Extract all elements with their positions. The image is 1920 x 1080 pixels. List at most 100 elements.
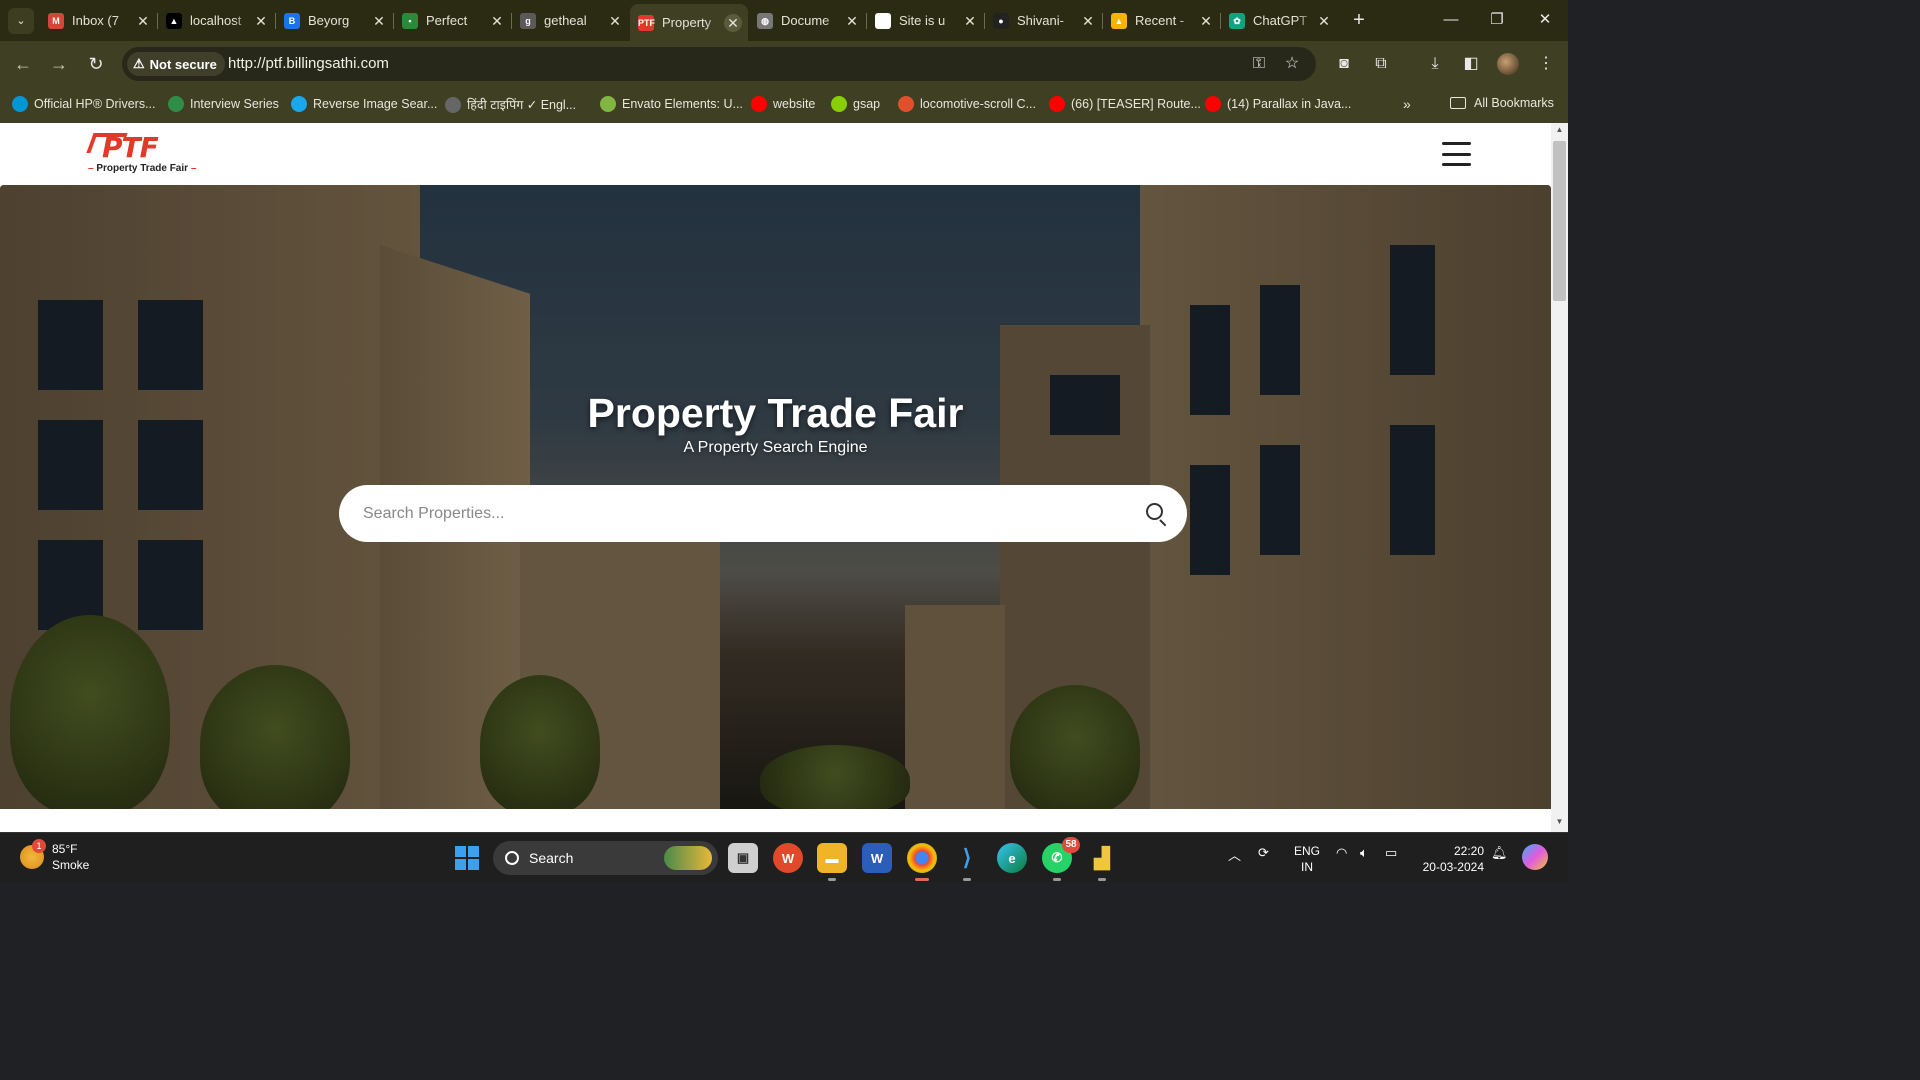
edge-icon[interactable]: e [997,843,1027,873]
scrollbar-thumb[interactable] [1553,141,1566,301]
sync-icon[interactable]: ⟳ [1258,845,1269,861]
copilot-icon[interactable] [1522,844,1548,870]
vscode-icon[interactable]: ⟩ [952,843,982,881]
tab-6[interactable]: ◍ Docume ✕ [749,6,867,35]
new-tab-button[interactable]: + [1348,10,1370,32]
tab-7[interactable]: S Site is u ✕ [867,6,985,35]
url-text[interactable]: http://ptf.billingsathi.com [228,55,389,72]
bookmark-label: Official HP® Drivers... [34,97,156,111]
close-tab-icon[interactable]: ✕ [1315,12,1333,30]
reload-button[interactable]: ↻ [84,52,108,76]
youtube-icon [1049,96,1065,112]
volume-icon[interactable]: 🔈︎ [1360,845,1368,861]
weather-widget[interactable]: 1 85°F Smoke [20,839,89,873]
bookmark-item[interactable]: Interview Series [168,96,279,112]
tab-5[interactable]: PTF Property ✕ [630,4,748,41]
security-chip[interactable]: ⚠ Not secure [127,52,225,76]
close-tab-icon[interactable]: ✕ [1079,12,1097,30]
bookmark-label: locomotive-scroll C... [920,97,1036,111]
sticky-notes-icon[interactable]: ▟ [1087,843,1117,881]
bookmark-item[interactable]: (66) [TEASER] Route... [1049,96,1201,112]
close-tab-icon[interactable]: ✕ [370,12,388,30]
ptf-logo[interactable]: PTF – Property Trade Fair – [86,131,198,179]
tab-3[interactable]: • Perfect ✕ [394,6,512,35]
gsap-icon [831,96,847,112]
close-tab-icon[interactable]: ✕ [843,12,861,30]
scroll-down-icon[interactable]: ▼ [1555,817,1564,826]
bookmark-item[interactable]: locomotive-scroll C... [898,96,1036,112]
property-search-input[interactable] [363,485,1123,542]
ptf-icon: PTF [638,14,655,31]
bookmarks-overflow-icon[interactable]: » [1403,96,1411,112]
bookmark-item[interactable]: Reverse Image Sear... [291,96,437,112]
all-bookmarks-button[interactable]: All Bookmarks [1450,96,1554,110]
tab-9[interactable]: ▲ Recent - ✕ [1103,6,1221,35]
side-panel-icon[interactable]: ◧ [1459,52,1483,76]
tab-4[interactable]: g getheal ✕ [512,6,630,35]
bookmark-star-icon[interactable]: ☆ [1281,53,1303,75]
tab-separator [275,13,276,29]
close-window-button[interactable]: ✕ [1530,8,1560,32]
warning-icon: ⚠ [133,56,145,71]
close-tab-icon[interactable]: ✕ [134,12,152,30]
tab-1[interactable]: ▲ localhost ✕ [158,6,276,35]
bookmark-item[interactable]: (14) Parallax in Java... [1205,96,1351,112]
typing-icon [445,96,461,113]
close-tab-icon[interactable]: ✕ [252,12,270,30]
bookmark-item[interactable]: Envato Elements: U... [600,96,743,112]
tab-search-button[interactable]: ⌄ [8,8,34,34]
windows-start-icon[interactable] [455,846,479,870]
search-icon[interactable] [1146,503,1168,527]
tab-title: Property [662,15,712,30]
address-bar[interactable]: ⚠ Not secure http://ptf.billingsathi.com… [122,47,1316,81]
forward-button[interactable]: → [47,52,71,76]
close-tab-icon[interactable]: ✕ [606,12,624,30]
gethealth-icon: g [520,12,536,29]
tab-10[interactable]: ✿ ChatGPT ✕ [1221,6,1339,35]
close-tab-icon[interactable]: ✕ [1197,12,1215,30]
close-tab-icon[interactable]: ✕ [961,12,979,30]
password-key-icon[interactable]: ⚿ [1248,53,1270,75]
battery-icon[interactable]: ▭ [1385,845,1397,861]
profile-avatar[interactable] [1497,53,1519,75]
bookmark-item[interactable]: हिंदी टाइपिंग ✓ Engl... [445,96,576,113]
task-view-icon[interactable]: ▣ [728,843,758,873]
word-icon[interactable]: W [862,843,892,873]
close-tab-icon[interactable]: ✕ [724,13,742,32]
tab-0[interactable]: M Inbox (7 ✕ [40,6,158,35]
page-scrollbar[interactable]: ▲ ▼ [1551,123,1568,832]
clock[interactable]: 22:20 20-03-2024 [1416,843,1484,875]
tab-title: getheal [544,13,587,28]
tab-8[interactable]: ● Shivani- ✕ [985,6,1103,35]
tray-overflow-icon[interactable]: ︿ [1228,845,1241,864]
scroll-up-icon[interactable]: ▲ [1555,125,1564,134]
language-indicator[interactable]: ENG IN [1294,843,1320,875]
tab-2[interactable]: B Beyorg ✕ [276,6,394,35]
download-icon[interactable]: ⤓ [1423,52,1447,76]
screenshot-extension-icon[interactable]: ◙ [1332,52,1356,76]
taskbar-search[interactable]: Search [493,841,718,875]
drive-icon: ▲ [1111,12,1127,29]
bookmark-item[interactable]: gsap [831,96,880,112]
bookmark-item[interactable]: website [751,96,815,112]
hamburger-menu-icon[interactable] [1442,142,1471,166]
whatsapp-icon[interactable]: ✆ 58 [1042,837,1080,881]
bookmark-item[interactable]: Official HP® Drivers... [12,96,156,112]
hero-title: Property Trade Fair [587,390,964,436]
chrome-icon[interactable] [907,843,937,881]
wifi-icon[interactable]: ◠ [1336,845,1347,861]
hero-subtitle: A Property Search Engine [683,439,868,456]
file-explorer-icon[interactable]: ▬ [817,843,847,881]
property-search-bar [339,485,1187,542]
restore-button[interactable]: ❐ [1482,8,1512,32]
back-button[interactable]: ← [11,52,35,76]
close-tab-icon[interactable]: ✕ [488,12,506,30]
wps-office-icon[interactable]: W [773,843,803,873]
menu-kebab-icon[interactable]: ⋮ [1534,52,1558,76]
extensions-icon[interactable]: ⧉ [1369,52,1393,76]
notification-bell-icon[interactable]: 🔔︎ [1491,845,1508,861]
tab-separator [984,13,985,29]
locomotive-icon [898,96,914,112]
dots-icon: • [402,12,418,29]
minimize-button[interactable]: — [1436,8,1466,32]
